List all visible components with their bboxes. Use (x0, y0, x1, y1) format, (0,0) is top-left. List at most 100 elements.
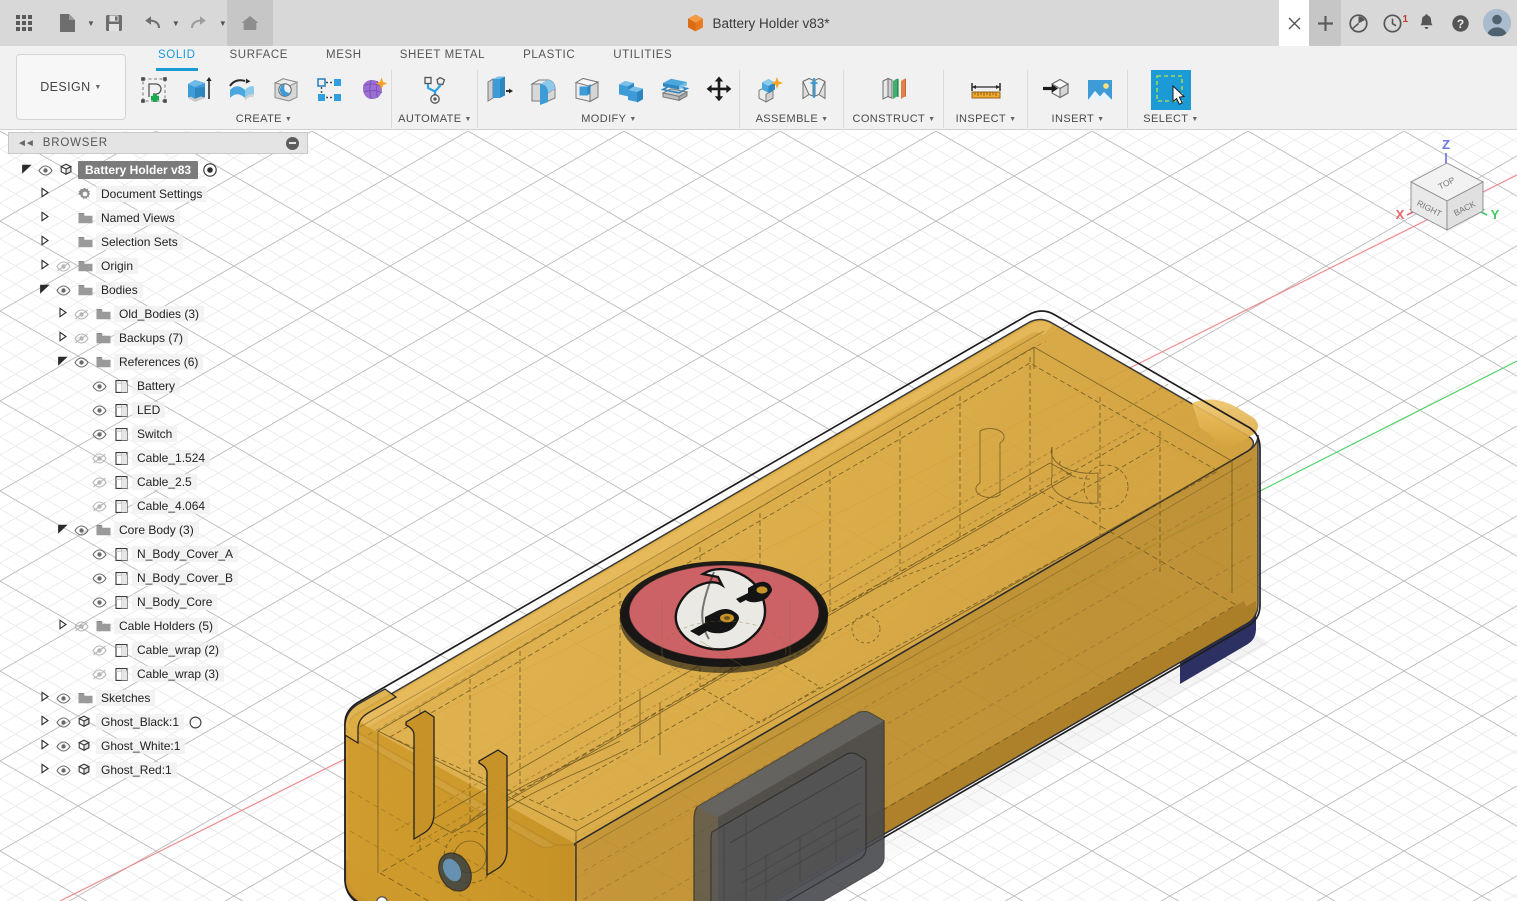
panel-construct-label[interactable]: CONSTRUCT▼ (853, 113, 936, 125)
extensions-icon[interactable] (1341, 0, 1375, 46)
panel-select-label[interactable]: SELECT▼ (1143, 113, 1199, 125)
visibility-on-icon[interactable] (88, 429, 110, 440)
panel-create-label[interactable]: CREATE▼ (236, 113, 293, 125)
close-tab-icon[interactable] (1279, 0, 1309, 46)
tab-plastic[interactable]: PLASTIC (519, 49, 579, 67)
revolve-icon[interactable] (220, 68, 264, 112)
new-document-caret[interactable]: ▼ (87, 19, 95, 28)
press-pull-icon[interactable] (477, 68, 521, 112)
tree-item-cable-2-5[interactable]: Cable_2.5 (8, 470, 308, 494)
tab-surface[interactable]: SURFACE (226, 49, 293, 67)
expand-arrow-right-icon[interactable] (36, 691, 52, 705)
tree-item-core-body-3[interactable]: Core Body (3) (8, 518, 308, 542)
visibility-on-icon[interactable] (88, 573, 110, 584)
new-component-icon[interactable] (748, 68, 792, 112)
tab-utilities[interactable]: UTILITIES (609, 49, 676, 67)
tree-item-old-bodies-3[interactable]: Old_Bodies (3) (8, 302, 308, 326)
expand-arrow-right-icon[interactable] (54, 307, 70, 321)
undo-caret[interactable]: ▼ (172, 19, 180, 28)
expand-arrow-down-icon[interactable] (54, 523, 70, 537)
visibility-off-icon[interactable] (88, 669, 110, 680)
panel-automate-label[interactable]: AUTOMATE▼ (398, 113, 472, 125)
tree-item-cable-1-524[interactable]: Cable_1.524 (8, 446, 308, 470)
joint-icon[interactable] (792, 68, 836, 112)
view-cube-body[interactable]: TOP RIGHT BACK (1411, 163, 1483, 230)
visibility-on-icon[interactable] (70, 357, 92, 368)
tree-item-led[interactable]: LED (8, 398, 308, 422)
visibility-on-icon[interactable] (34, 165, 56, 176)
form-icon[interactable] (352, 68, 396, 112)
activate-component-icon[interactable] (203, 163, 217, 177)
app-grid-icon[interactable] (2, 6, 46, 40)
shell-icon[interactable] (565, 68, 609, 112)
tree-item-references-6[interactable]: References (6) (8, 350, 308, 374)
select-icon[interactable] (1149, 68, 1193, 112)
expand-arrow-down-icon[interactable] (18, 163, 34, 177)
visibility-on-icon[interactable] (88, 549, 110, 560)
expand-arrow-right-icon[interactable] (36, 235, 52, 249)
tab-sheet-metal[interactable]: SHEET METAL (396, 49, 489, 67)
insert-derive-icon[interactable] (1034, 68, 1078, 112)
redo-caret[interactable]: ▼ (219, 19, 227, 28)
collapse-icon[interactable]: ◄◄ (17, 138, 33, 149)
account-avatar[interactable] (1483, 9, 1511, 37)
tree-item-backups-7[interactable]: Backups (7) (8, 326, 308, 350)
tree-item-switch[interactable]: Switch (8, 422, 308, 446)
tree-item-cable-holders-5[interactable]: Cable Holders (5) (8, 614, 308, 638)
new-document-icon[interactable] (50, 6, 84, 40)
tree-item-ghost-white-1[interactable]: Ghost_White:1 (8, 734, 308, 758)
panel-modify-label[interactable]: MODIFY▼ (581, 113, 637, 125)
expand-arrow-right-icon[interactable] (54, 619, 70, 633)
expand-arrow-right-icon[interactable] (36, 763, 52, 777)
minimize-icon[interactable] (286, 137, 299, 150)
visibility-on-icon[interactable] (52, 285, 74, 296)
tree-item-cable-wrap-3[interactable]: Cable_wrap (3) (8, 662, 308, 686)
visibility-off-icon[interactable] (70, 309, 92, 320)
expand-arrow-down-icon[interactable] (54, 355, 70, 369)
visibility-on-icon[interactable] (52, 717, 74, 728)
visibility-off-icon[interactable] (70, 621, 92, 632)
tree-item-sketches[interactable]: Sketches (8, 686, 308, 710)
contact-set-icon[interactable] (189, 716, 202, 729)
visibility-on-icon[interactable] (88, 405, 110, 416)
job-status-icon[interactable]: 1 (1375, 0, 1409, 46)
move-copy-icon[interactable] (697, 68, 741, 112)
tree-item-cable-4-064[interactable]: Cable_4.064 (8, 494, 308, 518)
tree-item-named-views[interactable]: Named Views (8, 206, 308, 230)
home-tab-icon[interactable] (227, 0, 273, 46)
tree-item-n-body-cover-a[interactable]: N_Body_Cover_A (8, 542, 308, 566)
visibility-off-icon[interactable] (88, 453, 110, 464)
help-icon[interactable]: ? (1443, 0, 1477, 46)
tree-item-selection-sets[interactable]: Selection Sets (8, 230, 308, 254)
tree-item-bodies[interactable]: Bodies (8, 278, 308, 302)
save-icon[interactable] (97, 6, 131, 40)
visibility-on-icon[interactable] (52, 693, 74, 704)
panel-insert-label[interactable]: INSERT▼ (1052, 113, 1105, 125)
tree-item-document-settings[interactable]: Document Settings (8, 182, 308, 206)
notifications-icon[interactable] (1409, 0, 1443, 46)
sphere-icon[interactable] (264, 68, 308, 112)
tree-item-ghost-black-1[interactable]: Ghost_Black:1 (8, 710, 308, 734)
offset-plane-icon[interactable] (872, 68, 916, 112)
measure-icon[interactable] (964, 68, 1008, 112)
fillet-icon[interactable] (521, 68, 565, 112)
visibility-off-icon[interactable] (88, 501, 110, 512)
tree-item-n-body-core[interactable]: N_Body_Core (8, 590, 308, 614)
expand-arrow-right-icon[interactable] (36, 259, 52, 273)
visibility-on-icon[interactable] (70, 525, 92, 536)
visibility-on-icon[interactable] (88, 381, 110, 392)
visibility-off-icon[interactable] (88, 645, 110, 656)
visibility-on-icon[interactable] (52, 765, 74, 776)
insert-canvas-icon[interactable] (1078, 68, 1122, 112)
expand-arrow-right-icon[interactable] (36, 739, 52, 753)
view-cube[interactable]: Z X Y TOP RIGHT BACK (1387, 131, 1507, 256)
offset-face-icon[interactable] (653, 68, 697, 112)
workspace-switcher[interactable]: DESIGN ▼ (16, 54, 126, 120)
tree-item-ghost-red-1[interactable]: Ghost_Red:1 (8, 758, 308, 782)
visibility-off-icon[interactable] (88, 477, 110, 488)
expand-arrow-right-icon[interactable] (54, 331, 70, 345)
pattern-icon[interactable] (308, 68, 352, 112)
extrude-icon[interactable] (176, 68, 220, 112)
visibility-off-icon[interactable] (70, 333, 92, 344)
tree-item-origin[interactable]: Origin (8, 254, 308, 278)
